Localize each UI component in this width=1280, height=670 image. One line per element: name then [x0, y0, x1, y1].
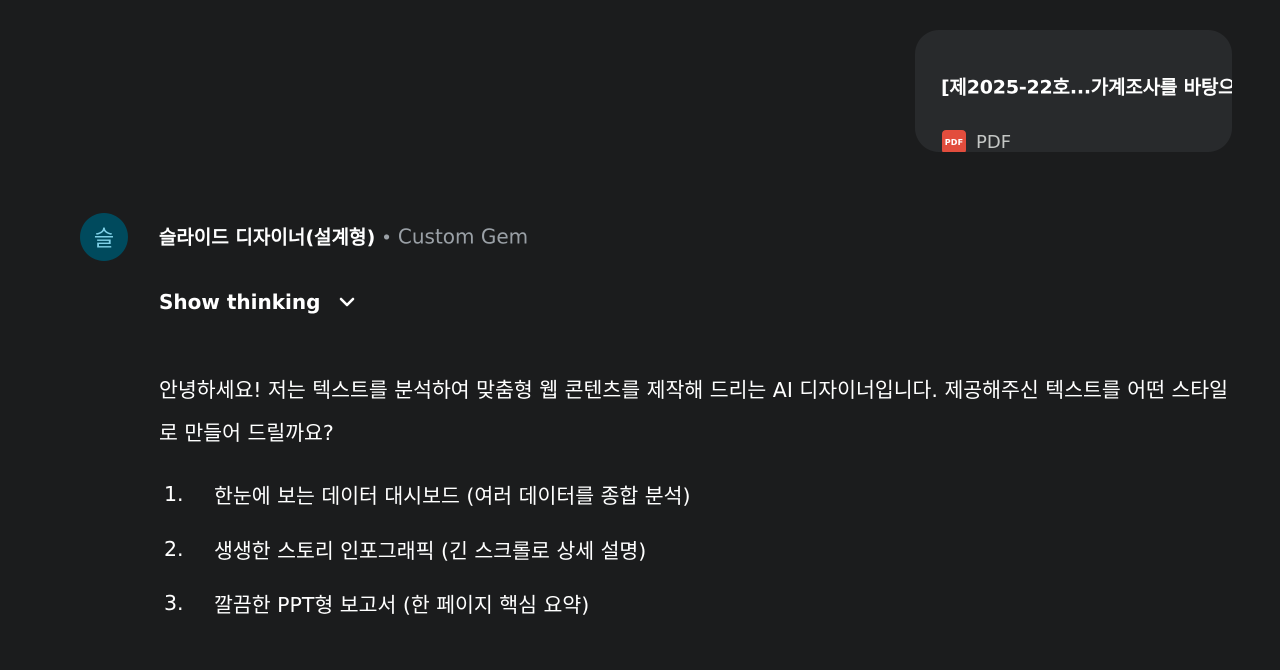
option-number: 1. — [164, 482, 184, 507]
show-thinking-button[interactable]: Show thinking — [159, 290, 358, 314]
attachment-card[interactable]: [제2025-22호...가계조사를 바탕으로 PDF PDF — [915, 30, 1232, 152]
gem-avatar: 슬 — [80, 213, 128, 261]
pdf-file-icon: PDF — [942, 130, 966, 152]
option-item: 1. 한눈에 보는 데이터 대시보드 (여러 데이터를 종합 분석) — [159, 467, 691, 522]
response-intro: 안녕하세요! 저는 텍스트를 분석하여 맞춤형 웹 콘텐츠를 제작해 드리는 A… — [159, 378, 1229, 445]
option-text: 생생한 스토리 인포그래픽 (긴 스크롤로 상세 설명) — [214, 538, 647, 563]
option-item: 2. 생생한 스토리 인포그래픽 (긴 스크롤로 상세 설명) — [159, 522, 691, 577]
option-item: 3. 깔끔한 PPT형 보고서 (한 페이지 핵심 요약) — [159, 576, 691, 631]
attachment-type-label: PDF — [976, 131, 1012, 153]
gem-type-label: Custom Gem — [397, 224, 529, 249]
option-text: 깔끔한 PPT형 보고서 (한 페이지 핵심 요약) — [214, 593, 590, 618]
response-options-list: 1. 한눈에 보는 데이터 대시보드 (여러 데이터를 종합 분석) 2. 생생… — [159, 467, 691, 631]
attachment-type-row: PDF PDF — [942, 129, 1011, 152]
option-number: 2. — [164, 536, 184, 561]
gem-header: 슬라이드 디자이너(설계형) • Custom Gem — [159, 223, 528, 250]
chat-page: [제2025-22호...가계조사를 바탕으로 PDF PDF 슬 슬라이드 디… — [0, 0, 1280, 670]
attachment-title: [제2025-22호...가계조사를 바탕으로 — [941, 76, 1232, 99]
option-number: 3. — [164, 591, 184, 616]
show-thinking-label: Show thinking — [159, 290, 321, 314]
gem-separator: • — [381, 227, 392, 249]
option-text: 한눈에 보는 데이터 대시보드 (여러 데이터를 종합 분석) — [214, 484, 691, 509]
gem-name: 슬라이드 디자이너(설계형) — [159, 226, 376, 249]
chevron-down-icon — [336, 291, 358, 313]
